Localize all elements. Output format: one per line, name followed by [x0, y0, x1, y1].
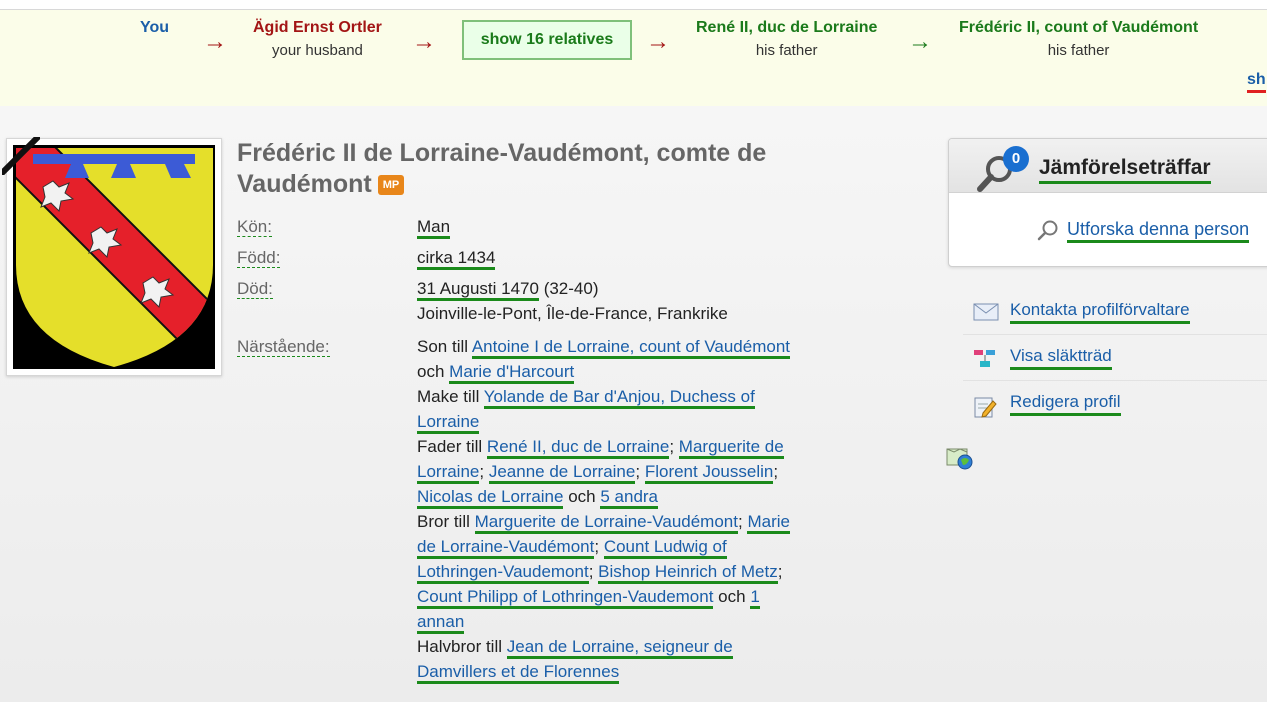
relation-prefix: Bror till [417, 512, 470, 531]
mourning-ribbon-icon [2, 137, 40, 175]
match-results-box: 0 Jämförelseträffar Utforska denna perso… [948, 138, 1267, 267]
died-age: (32-40) [543, 279, 599, 298]
action-view-family-tree[interactable]: Visa släktträd [963, 335, 1267, 381]
died-place: Joinville-le-Pont, Île-de-France, Frankr… [417, 304, 728, 323]
parent-link[interactable]: Marie d'Harcourt [449, 362, 575, 384]
action-contact-manager[interactable]: Kontakta profilförvaltare [963, 289, 1267, 335]
more-children-link[interactable]: 5 andra [600, 487, 659, 509]
child-link[interactable]: Nicolas de Lorraine [417, 487, 564, 509]
match-results-title[interactable]: Jämförelseträffar [1039, 155, 1211, 184]
match-count-badge: 0 [1003, 146, 1029, 172]
relation-prefix: Fader till [417, 437, 483, 456]
path-node-grandfather[interactable]: Frédéric II, count of Vaudémont his fath… [959, 18, 1198, 61]
relation-prefix: Halvbror till [417, 637, 503, 656]
sibling-link[interactable]: Count Philipp of Lothringen-Vaudemont [417, 587, 714, 609]
show-path-link[interactable]: sh [1247, 70, 1266, 93]
family-tree-icon [974, 350, 995, 367]
path-arrow: → [203, 28, 227, 55]
show-relatives-button[interactable]: show 16 relatives [462, 20, 632, 60]
search-icon [1037, 220, 1058, 241]
master-profile-badge[interactable]: MP [377, 175, 405, 195]
path-node-relation: his father [755, 42, 818, 59]
relation-prefix: Son till [417, 337, 469, 356]
action-edit-profile[interactable]: Redigera profil [963, 381, 1267, 426]
gender-value: Man [417, 214, 451, 239]
envelope-icon [973, 303, 999, 321]
conjunction: och [417, 362, 445, 381]
relatives-list: Son till Antoine I de Lorraine, count of… [417, 334, 797, 684]
parent-link[interactable]: Antoine I de Lorraine, count of Vaudémon… [471, 337, 791, 359]
world-map-icon[interactable] [946, 446, 974, 470]
child-link[interactable]: Jeanne de Lorraine [488, 462, 636, 484]
path-node-husband[interactable]: Ägid Ernst Ortler your husband [253, 18, 382, 61]
born-value: cirka 1434 [417, 245, 496, 270]
match-results-header[interactable]: 0 Jämförelseträffar [949, 139, 1267, 193]
sibling-link[interactable]: Bishop Heinrich of Metz [598, 562, 778, 584]
path-node-father[interactable]: René II, duc de Lorraine his father [696, 18, 877, 61]
relationship-path-bar: You → Ägid Ernst Ortler your husband → s… [0, 9, 1267, 107]
path-node-name: You [140, 19, 170, 36]
conjunction: och [718, 587, 746, 606]
path-arrow: → [412, 28, 436, 55]
action-label[interactable]: Visa släktträd [1010, 345, 1112, 370]
conjunction: och [568, 487, 596, 506]
action-label[interactable]: Kontakta profilförvaltare [1010, 299, 1190, 324]
died-date: 31 Augusti 1470 [417, 279, 539, 301]
path-arrow: → [908, 28, 932, 55]
profile-name: Frédéric II de Lorraine-Vaudémont, comte… [237, 138, 877, 200]
edit-profile-icon [974, 397, 997, 418]
died-label: Död: [237, 279, 273, 299]
path-node-relation: your husband [272, 42, 363, 59]
path-node-name: Frédéric II, count of Vaudémont [959, 19, 1199, 36]
profile-main: Frédéric II de Lorraine-Vaudémont, comte… [0, 106, 1267, 702]
relatives-label: Närstående: [237, 337, 330, 357]
gender-label: Kön: [237, 217, 272, 237]
sibling-link[interactable]: Marguerite de Lorraine-Vaudémont [474, 512, 738, 534]
path-arrow: → [646, 28, 670, 55]
child-link[interactable]: René II, duc de Lorraine [486, 437, 670, 459]
action-label[interactable]: Redigera profil [1010, 391, 1121, 416]
path-node-name: Ägid Ernst Ortler [253, 19, 382, 36]
relation-prefix: Make till [417, 387, 480, 406]
explore-person-link[interactable]: Utforska denna person [1067, 218, 1250, 243]
profile-name-text: Frédéric II de Lorraine-Vaudémont, comte… [237, 139, 767, 198]
path-node-you[interactable]: You [140, 18, 169, 38]
child-link[interactable]: Florent Jousselin [644, 462, 774, 484]
path-node-name: René II, duc de Lorraine [696, 19, 878, 36]
born-label: Född: [237, 248, 281, 268]
path-node-relation: his father [1047, 42, 1110, 59]
died-value: 31 Augusti 1470 (32-40) Joinville-le-Pon… [417, 276, 728, 326]
coat-of-arms-image [13, 145, 215, 369]
